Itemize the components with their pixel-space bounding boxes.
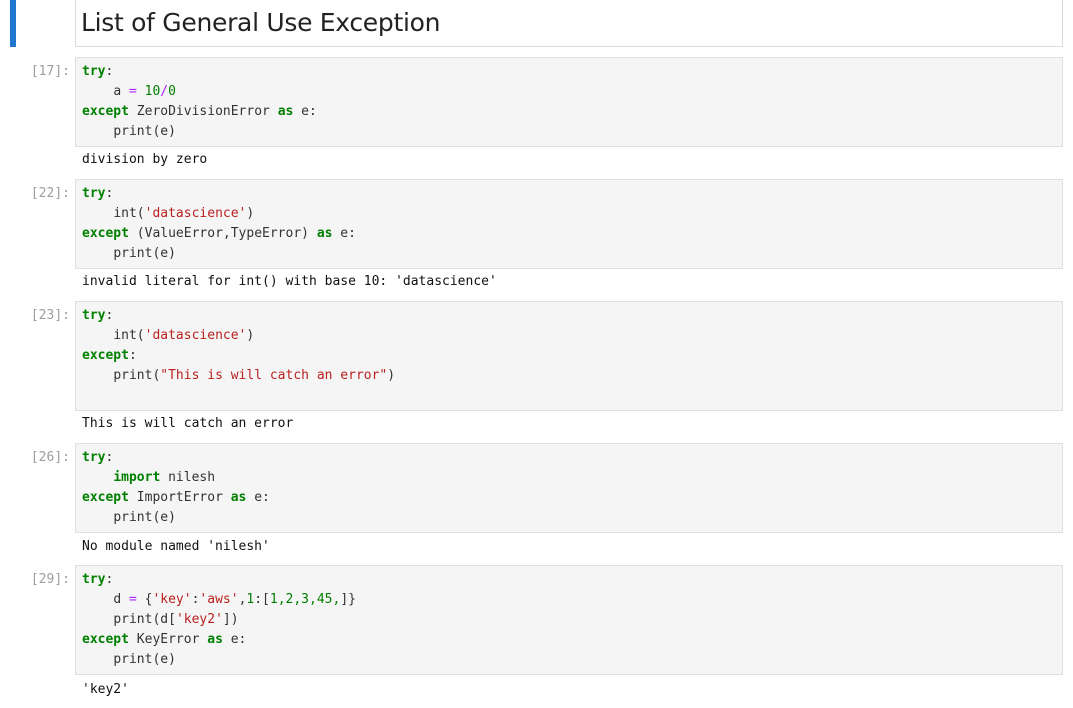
- code-line: try:: [82, 450, 114, 465]
- code-line: print(e): [113, 246, 176, 261]
- code-line: try:: [82, 186, 114, 201]
- code-line: int('datascience'): [113, 206, 255, 221]
- code-line: except ZeroDivisionError as e:: [82, 104, 317, 119]
- notebook-heading: List of General Use Exception: [81, 8, 441, 37]
- code-line: print(d['key2']): [113, 612, 239, 627]
- cell-selection-bar: [10, 0, 16, 47]
- code-line: try:: [82, 308, 114, 323]
- code-line: except KeyError as e:: [82, 632, 247, 647]
- code-line: print(e): [113, 510, 176, 525]
- code-line: a = 10/0: [113, 84, 176, 99]
- cell-prompt: [22]:: [30, 186, 70, 201]
- markdown-cell[interactable]: List of General Use Exception: [75, 0, 1063, 47]
- code-line: import nilesh: [113, 470, 216, 485]
- code-line: print(e): [113, 124, 176, 139]
- code-cell[interactable]: try: int('datascience') except: print("T…: [75, 301, 1063, 411]
- code-line: print(e): [113, 652, 176, 667]
- cell-output: No module named 'nilesh': [82, 539, 270, 554]
- code-cell[interactable]: try: int('datascience') except (ValueErr…: [75, 179, 1063, 269]
- code-line: except (ValueError,TypeError) as e:: [82, 226, 356, 241]
- cell-prompt: [17]:: [30, 64, 70, 79]
- code-line: except ImportError as e:: [82, 490, 270, 505]
- cell-prompt: [29]:: [30, 572, 70, 587]
- code-line: try:: [82, 572, 114, 587]
- cell-output: 'key2': [82, 682, 129, 697]
- code-line: d = {'key':'aws',1:[1,2,3,45,]}: [113, 592, 356, 607]
- code-cell[interactable]: try: a = 10/0 except ZeroDivisionError a…: [75, 57, 1063, 147]
- code-line: except:: [82, 348, 137, 363]
- cell-output: This is will catch an error: [82, 416, 294, 431]
- code-cell[interactable]: try: import nilesh except ImportError as…: [75, 443, 1063, 533]
- cell-prompt: [26]:: [30, 450, 70, 465]
- code-line: try:: [82, 64, 114, 79]
- cell-output: invalid literal for int() with base 10: …: [82, 274, 497, 289]
- cell-prompt: [23]:: [30, 308, 70, 323]
- cell-output: division by zero: [82, 152, 208, 167]
- code-cell[interactable]: try: d = {'key':'aws',1:[1,2,3,45,]} pri…: [75, 565, 1063, 675]
- code-line: int('datascience'): [113, 328, 255, 343]
- code-line: print("This is will catch an error"): [113, 368, 396, 383]
